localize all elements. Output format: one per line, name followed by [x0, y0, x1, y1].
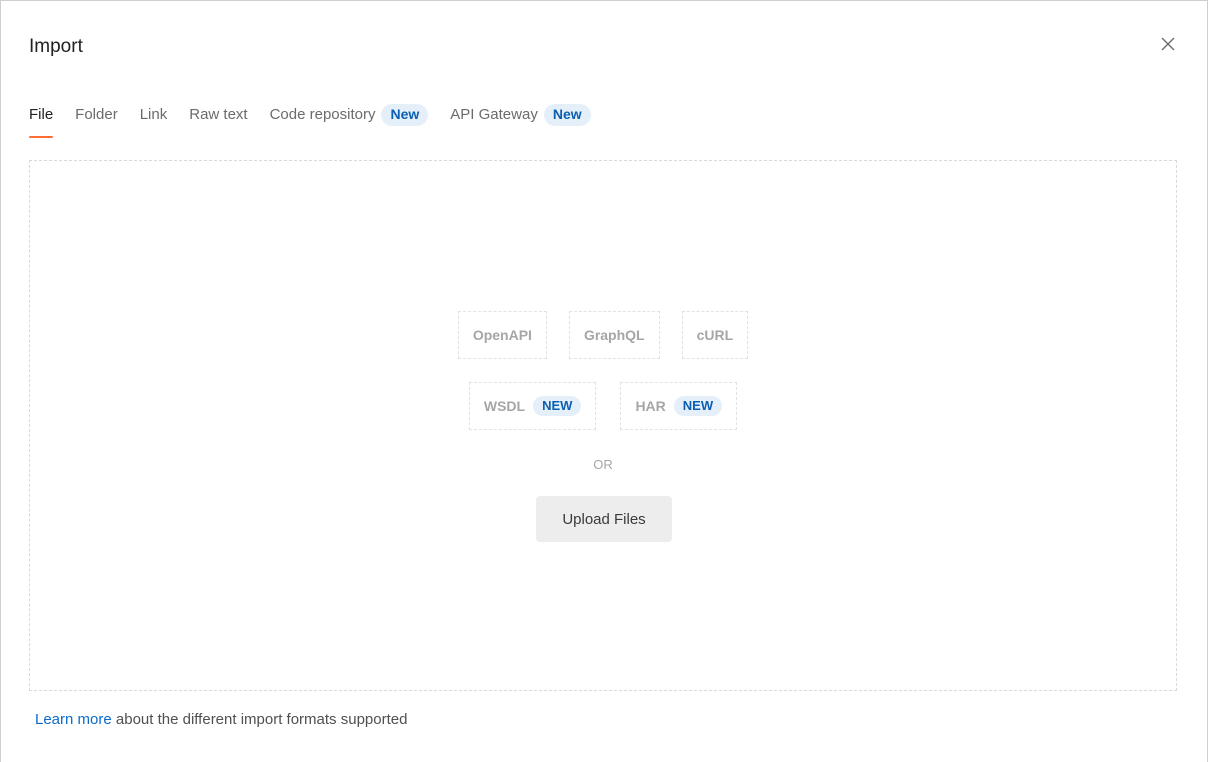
- formats-row: WSDL NEW HAR NEW: [30, 382, 1176, 430]
- tab-code-repository[interactable]: Code repository New: [270, 104, 429, 126]
- tab-label: Code repository: [269, 106, 376, 123]
- format-label: HAR: [635, 398, 666, 414]
- footer-text: about the different import formats suppo…: [111, 711, 408, 728]
- format-graphql: GraphQL: [568, 311, 660, 359]
- tab-link[interactable]: Link: [140, 104, 168, 126]
- format-label: WSDL: [483, 398, 526, 414]
- formats-row: OpenAPI GraphQL cURL: [30, 311, 1176, 359]
- or-separator: OR: [593, 457, 613, 472]
- new-badge: NEW: [533, 396, 582, 416]
- format-har: HAR NEW: [620, 382, 738, 430]
- tab-raw-text[interactable]: Raw text: [189, 104, 247, 126]
- tab-label: API Gateway: [450, 106, 538, 123]
- import-dialog: Import File Folder Link Raw text Code re…: [0, 0, 1208, 762]
- import-tabs: File Folder Link Raw text Code repositor…: [29, 103, 613, 138]
- learn-more-link[interactable]: Learn more: [35, 711, 112, 728]
- dialog-title: Import: [29, 36, 83, 57]
- file-dropzone[interactable]: OpenAPI GraphQL cURL WSDL NEW HAR NEW OR…: [29, 160, 1177, 691]
- format-wsdl: WSDL NEW: [468, 382, 597, 430]
- tab-api-gateway[interactable]: API Gateway New: [450, 104, 591, 126]
- upload-files-button[interactable]: Upload Files: [536, 496, 672, 542]
- new-badge: New: [543, 104, 591, 126]
- new-badge: NEW: [673, 396, 723, 416]
- tab-label: Link: [139, 106, 168, 123]
- close-icon: [1161, 37, 1175, 51]
- tab-folder[interactable]: Folder: [75, 104, 118, 126]
- footer-help: Learn more about the different import fo…: [35, 711, 407, 728]
- tab-label: Raw text: [189, 106, 248, 123]
- new-badge: New: [381, 104, 429, 126]
- tab-file[interactable]: File: [29, 104, 54, 138]
- close-button[interactable]: [1159, 35, 1177, 53]
- tab-label: File: [29, 106, 54, 123]
- tab-label: Folder: [75, 106, 118, 123]
- format-curl: cURL: [681, 311, 749, 359]
- format-openapi: OpenAPI: [457, 311, 547, 359]
